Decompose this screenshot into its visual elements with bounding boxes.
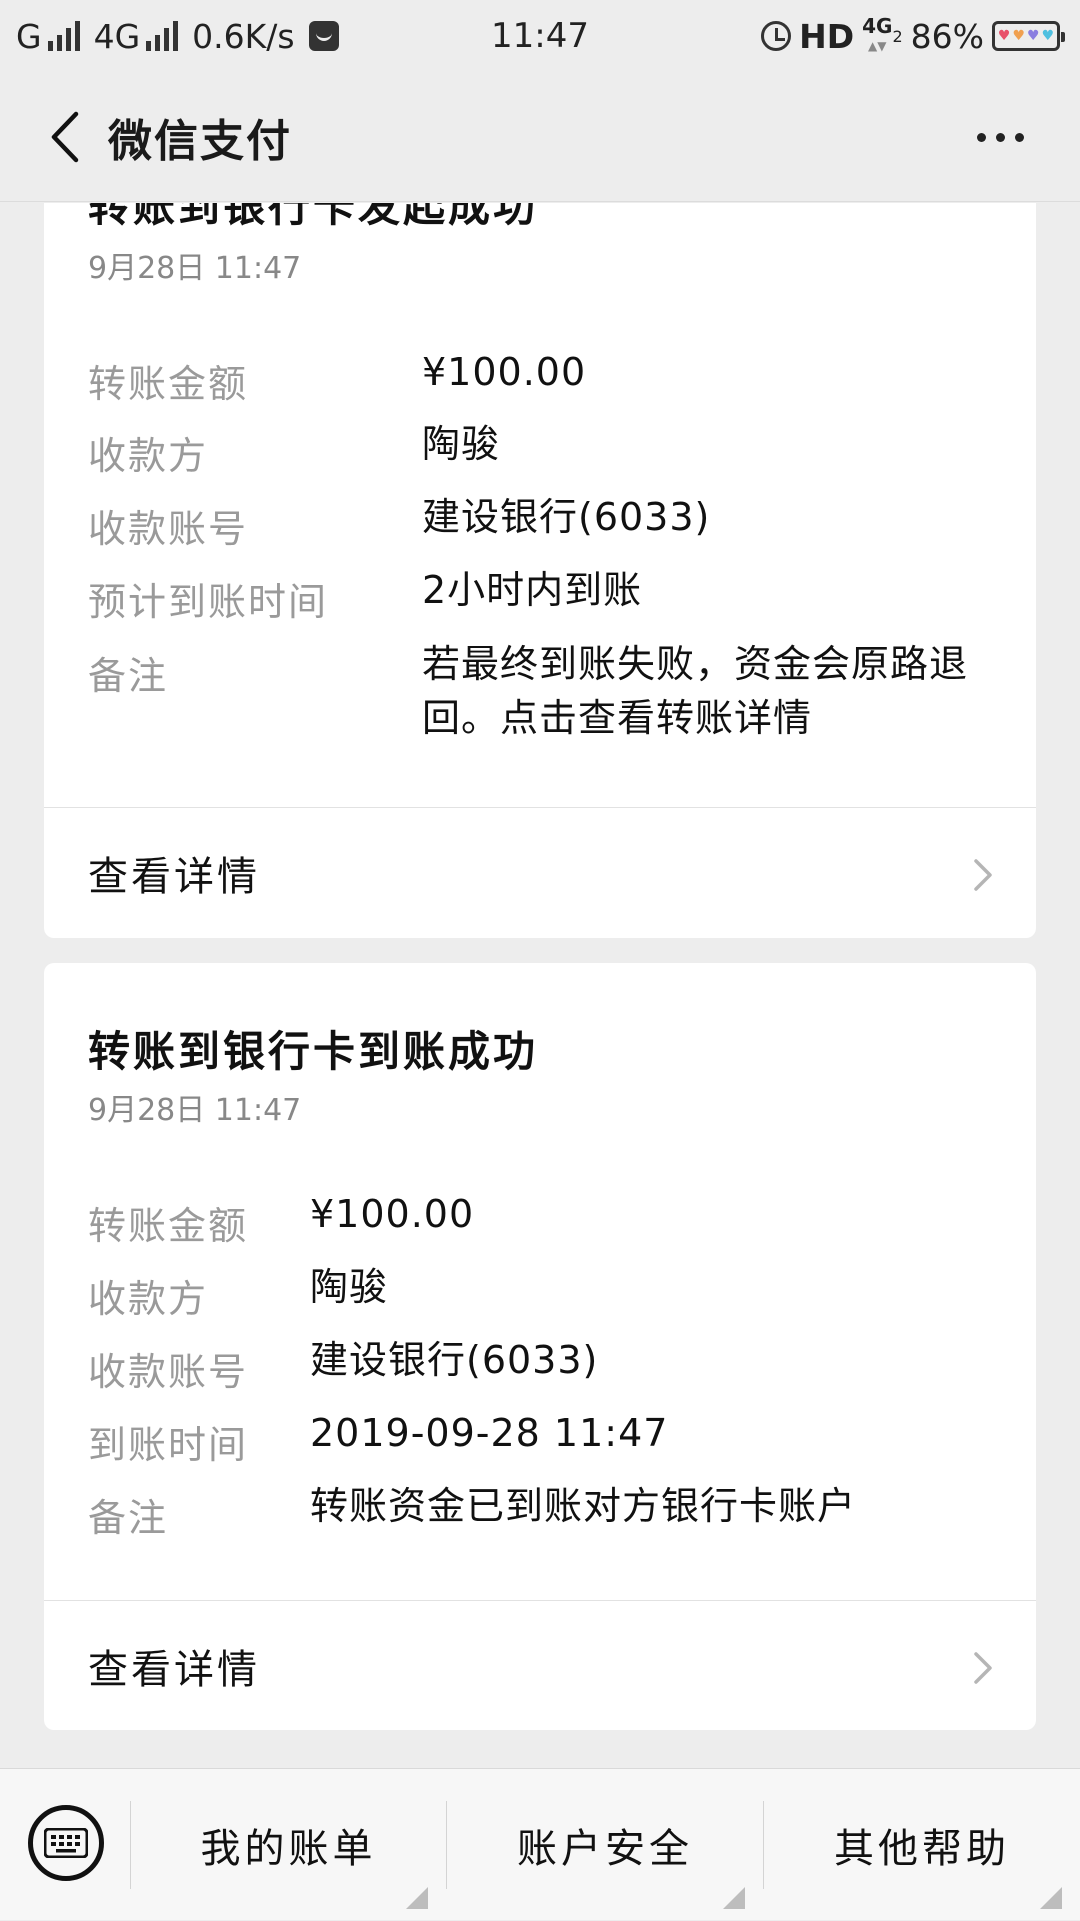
- row-value: ¥100.00: [310, 1192, 475, 1236]
- row-label: 备注: [88, 654, 169, 698]
- menu-item-my-bills[interactable]: 我的账单: [131, 1769, 446, 1921]
- keyboard-icon: [44, 1828, 88, 1858]
- row-value: 2019-09-28 11:47: [310, 1411, 669, 1455]
- row-value: 陶骏: [422, 422, 501, 466]
- battery-icon: ♥ ♥ ♥ ♥: [992, 21, 1065, 51]
- page-title: 微信支付: [108, 116, 292, 167]
- view-details-link[interactable]: 查看详情: [44, 808, 1036, 938]
- card-title: 转账到银行卡到账成功: [88, 1027, 539, 1076]
- row-value: 2小时内到账: [422, 568, 643, 612]
- back-button[interactable]: [30, 102, 100, 172]
- keyboard-toggle-button[interactable]: [28, 1805, 104, 1881]
- battery-percent: 86%: [910, 16, 984, 56]
- row-value: 建设银行(6033): [310, 1338, 599, 1382]
- row-label: 收款方: [88, 1277, 209, 1321]
- view-details-link[interactable]: 查看详情: [44, 1601, 1036, 1731]
- submenu-indicator-icon: [1040, 1887, 1062, 1909]
- back-arrow-icon: [51, 111, 79, 163]
- network-badge-label: 4G: [862, 14, 893, 38]
- submenu-indicator-icon: [406, 1887, 428, 1909]
- status-right: HD 4G ▲▼ 2 86% ♥ ♥ ♥ ♥: [761, 0, 1065, 72]
- card-time: 9月28日 11:47: [88, 251, 302, 286]
- row-value: 建设银行(6033): [422, 495, 711, 539]
- menu-item-other-help[interactable]: 其他帮助: [764, 1769, 1080, 1921]
- status-bar: G 4G 0.6K/s 11:47 HD 4G ▲▼ 2 86% ♥ ♥ ♥ ♥: [0, 0, 1080, 72]
- row-label: 转账金额: [88, 1204, 249, 1248]
- bottom-menu: 我的账单 账户安全 其他帮助: [0, 1768, 1080, 1920]
- card-time: 9月28日 11:47: [88, 1093, 302, 1128]
- more-dot-icon: [1014, 132, 1024, 142]
- chevron-right-icon: [974, 859, 992, 891]
- hd-label: HD: [799, 16, 855, 56]
- row-label: 备注: [88, 1496, 169, 1540]
- row-label: 转账金额: [88, 362, 249, 406]
- view-details-label: 查看详情: [88, 1647, 260, 1693]
- alarm-icon: [761, 21, 792, 51]
- view-details-label: 查看详情: [88, 854, 260, 900]
- row-label: 收款账号: [88, 1350, 249, 1394]
- more-dot-icon: [995, 132, 1005, 142]
- chevron-right-icon: [974, 1652, 992, 1684]
- row-label: 预计到账时间: [88, 580, 329, 624]
- row-value: 若最终到账失败，资金会原路退回。点击查看转账详情: [422, 642, 969, 740]
- data-arrows-icon: ▲▼: [868, 39, 887, 53]
- row-label: 到账时间: [88, 1423, 249, 1467]
- row-label: 收款方: [88, 434, 209, 478]
- navigation-bar: 微信支付: [0, 72, 1080, 202]
- menu-item-account-security[interactable]: 账户安全: [447, 1769, 763, 1921]
- more-button[interactable]: [960, 107, 1040, 167]
- menu-item-label: 账户安全: [517, 1826, 693, 1872]
- menu-item-label: 我的账单: [200, 1826, 377, 1872]
- row-label: 收款账号: [88, 507, 249, 551]
- network-badge-sub: 2: [892, 26, 903, 46]
- submenu-indicator-icon: [723, 1887, 745, 1909]
- card-title: 转账到银行卡发起成功: [88, 203, 539, 231]
- transfer-success-card: 转账到银行卡到账成功 9月28日 11:47 转账金额 ¥100.00 收款方 …: [44, 963, 1036, 1730]
- more-dot-icon: [976, 132, 986, 142]
- row-value: 转账资金已到账对方银行卡账户: [310, 1484, 857, 1528]
- menu-item-label: 其他帮助: [834, 1826, 1010, 1872]
- message-list[interactable]: 转账到银行卡发起成功 9月28日 11:47 转账金额 ¥100.00 收款方 …: [0, 203, 1080, 1768]
- row-value: 陶骏: [310, 1265, 389, 1309]
- row-value: ¥100.00: [422, 350, 587, 394]
- network-badge: 4G ▲▼: [862, 16, 892, 56]
- transfer-initiated-card: 转账到银行卡发起成功 9月28日 11:47 转账金额 ¥100.00 收款方 …: [44, 203, 1036, 938]
